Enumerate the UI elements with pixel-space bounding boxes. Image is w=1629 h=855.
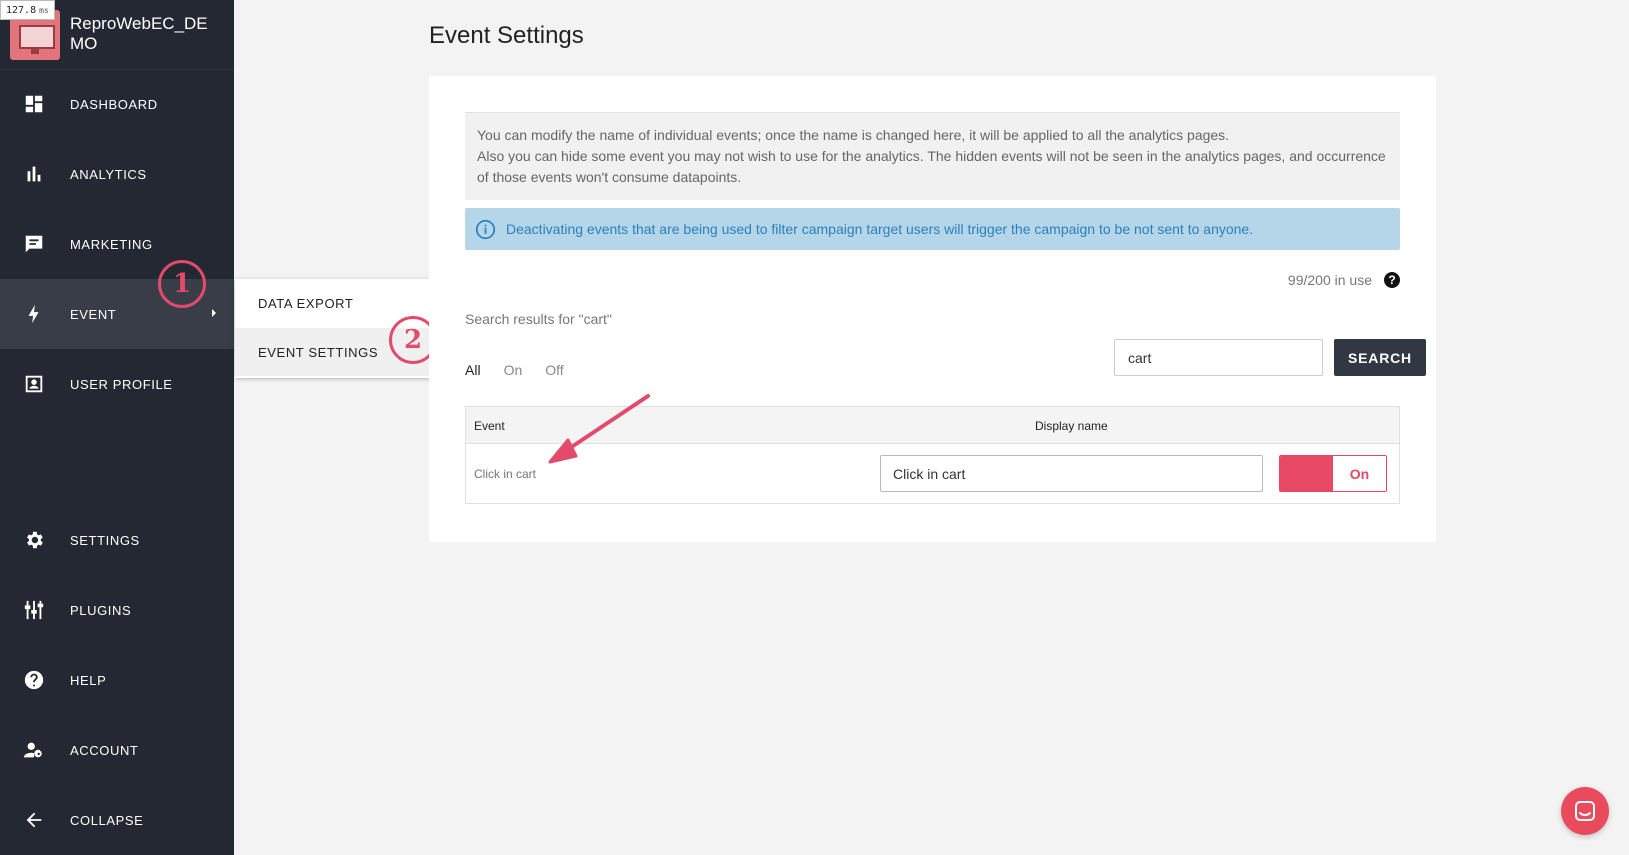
chat-launcher-button[interactable] — [1561, 787, 1609, 835]
sidebar-item-analytics[interactable]: ANALYTICS — [0, 139, 234, 209]
filter-all[interactable]: All — [465, 362, 481, 378]
sidebar-item-label: MARKETING — [70, 236, 153, 252]
sidebar-item-label: ACCOUNT — [70, 742, 139, 758]
search-results-label: Search results for "cart" — [465, 311, 612, 327]
sidebar-item-label: PLUGINS — [70, 602, 132, 618]
lightning-icon — [23, 303, 45, 325]
perf-unit: ms — [39, 5, 49, 15]
sidebar: ReproWebEC_DEMO DASHBOARD ANALYTICS MARK… — [0, 0, 234, 855]
display-name-input[interactable] — [880, 455, 1263, 492]
toggle-fill — [1280, 456, 1333, 491]
app-name: ReproWebEC_DEMO — [70, 14, 208, 53]
column-header-display-name: Display name — [1035, 419, 1108, 433]
sidebar-item-collapse[interactable]: COLLAPSE — [0, 785, 234, 855]
event-status-toggle[interactable]: On — [1279, 455, 1387, 492]
sidebar-item-user-profile[interactable]: USER PROFILE — [0, 349, 234, 419]
sidebar-item-label: DASHBOARD — [70, 96, 158, 112]
sidebar-item-account[interactable]: ACCOUNT — [0, 715, 234, 785]
gear-icon — [23, 529, 45, 551]
sidebar-item-dashboard[interactable]: DASHBOARD — [0, 69, 234, 139]
user-profile-icon — [23, 373, 45, 395]
sidebar-item-label: COLLAPSE — [70, 812, 144, 828]
sidebar-item-label: USER PROFILE — [70, 376, 173, 392]
description-line: You can modify the name of individual ev… — [477, 127, 1230, 143]
filter-off[interactable]: Off — [545, 362, 563, 378]
perf-value: 127.8 — [6, 4, 37, 16]
message-icon — [23, 233, 45, 255]
description-line: Also you can hide some event you may not… — [477, 148, 1386, 185]
column-header-event: Event — [474, 419, 505, 433]
search-input[interactable] — [1114, 339, 1323, 376]
sidebar-item-help[interactable]: HELP — [0, 645, 234, 715]
plugins-icon — [23, 599, 45, 621]
alert-text: Deactivating events that are being used … — [506, 221, 1254, 237]
question-icon[interactable]: ? — [1384, 272, 1400, 288]
event-settings-card: You can modify the name of individual ev… — [429, 76, 1436, 542]
bar-chart-icon — [23, 163, 45, 185]
events-table: Event Display name Click in cart On — [465, 406, 1400, 504]
event-name: Click in cart — [474, 467, 537, 481]
sidebar-item-plugins[interactable]: PLUGINS — [0, 575, 234, 645]
info-alert: Deactivating events that are being used … — [465, 208, 1400, 250]
account-settings-icon — [23, 739, 45, 761]
status-filter-tabs: All On Off — [465, 362, 587, 378]
chat-icon — [1575, 801, 1595, 821]
sidebar-item-settings[interactable]: SETTINGS — [0, 505, 234, 575]
search-button[interactable]: SEARCH — [1334, 339, 1426, 376]
help-icon — [23, 669, 45, 691]
arrow-left-icon — [23, 809, 45, 831]
perf-readout: 127.8 ms — [0, 0, 55, 20]
sidebar-item-label: SETTINGS — [70, 532, 140, 548]
annotation-step-1: 1 — [158, 260, 206, 308]
sidebar-item-label: EVENT — [70, 306, 117, 322]
caret-right-icon — [212, 309, 216, 317]
page-title: Event Settings — [429, 22, 584, 49]
usage-indicator: 99/200 in use ? — [1288, 272, 1400, 288]
info-icon — [475, 219, 496, 239]
sidebar-item-label: ANALYTICS — [70, 166, 147, 182]
table-header: Event Display name — [466, 407, 1399, 444]
filter-on[interactable]: On — [504, 362, 523, 378]
dashboard-icon — [23, 93, 45, 115]
toggle-label: On — [1349, 465, 1370, 482]
sidebar-item-label: HELP — [70, 672, 107, 688]
usage-text: 99/200 in use — [1287, 272, 1372, 288]
description-box: You can modify the name of individual ev… — [465, 112, 1400, 200]
